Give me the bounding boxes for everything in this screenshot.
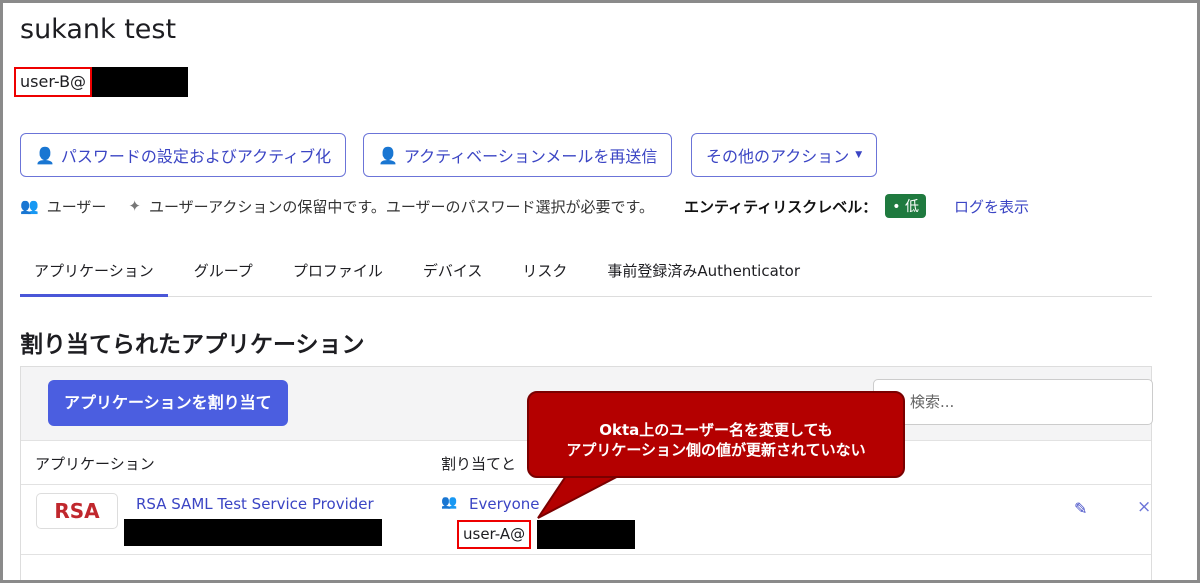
edit-icon[interactable]: ✎ xyxy=(1074,499,1087,518)
tab-applications[interactable]: アプリケーション xyxy=(20,250,168,297)
header-application: アプリケーション xyxy=(35,455,155,473)
risk-label: エンティティリスクレベル： xyxy=(684,197,878,216)
email-prefix: user-B@ xyxy=(14,67,93,97)
tab-bar: アプリケーション グループ プロファイル デバイス リスク 事前登録済みAuth… xyxy=(20,250,1152,297)
set-password-button[interactable]: 👤 パスワードの設定およびアクティブ化 xyxy=(20,133,347,177)
user-email: user-B@ xyxy=(14,67,189,97)
header-assigned: 割り当てと xyxy=(441,455,517,473)
section-title: 割り当てられたアプリケーション xyxy=(20,332,365,358)
callout-line-2: アプリケーション側の値が更新されていない xyxy=(566,441,866,459)
resend-label: アクティベーションメールを再送信 xyxy=(403,147,658,166)
search-input[interactable]: 検索... xyxy=(873,379,1153,425)
user-type: ユーザー xyxy=(46,197,107,216)
redacted-bar xyxy=(92,67,189,97)
more-actions-button[interactable]: その他のアクション ▼ xyxy=(691,133,878,177)
group-icon: 👥 xyxy=(441,495,458,510)
chevron-down-icon: ▼ xyxy=(855,150,863,160)
tab-profile[interactable]: プロファイル xyxy=(279,250,397,297)
status-bar: 👥 ユーザー ✦ ユーザーアクションの保留中です。ユーザーのパスワード選択が必要… xyxy=(20,194,1140,218)
view-logs-link[interactable]: ログを表示 xyxy=(954,196,1029,217)
resend-activation-button[interactable]: 👤 アクティベーションメールを再送信 xyxy=(363,133,673,177)
tab-groups[interactable]: グループ xyxy=(180,250,267,297)
redacted-bar xyxy=(537,520,635,549)
tab-risk[interactable]: リスク xyxy=(508,250,581,297)
callout-line-1: Okta上のユーザー名を変更しても xyxy=(599,421,833,439)
set-password-label: パスワードの設定およびアクティブ化 xyxy=(60,147,332,166)
app-link[interactable]: RSA SAML Test Service Provider xyxy=(136,495,374,513)
risk-badge: • 低 xyxy=(885,194,926,218)
tab-devices[interactable]: デバイス xyxy=(409,250,497,297)
rsa-logo: RSA xyxy=(36,493,118,529)
user-name: sukank test xyxy=(20,14,177,45)
user-add-icon: 👤 xyxy=(378,145,398,165)
pending-icon: ✦ xyxy=(128,197,141,215)
redacted-bar xyxy=(124,519,382,546)
assign-application-button[interactable]: アプリケーションを割り当て xyxy=(48,380,288,426)
tab-authenticators[interactable]: 事前登録済みAuthenticator xyxy=(593,250,814,297)
remove-icon[interactable]: × xyxy=(1137,497,1151,517)
pending-status: ユーザーアクションの保留中です。ユーザーのパスワード選択が必要です。 xyxy=(148,197,655,216)
app-username: user-A@ xyxy=(457,520,532,549)
annotation-callout: Okta上のユーザー名を変更しても アプリケーション側の値が更新されていない xyxy=(527,391,905,478)
user-icon: 👤 xyxy=(35,145,55,165)
more-label: その他のアクション xyxy=(706,147,850,166)
assigned-group-link[interactable]: Everyone xyxy=(469,495,540,513)
user-type-icon: 👥 xyxy=(20,197,39,215)
